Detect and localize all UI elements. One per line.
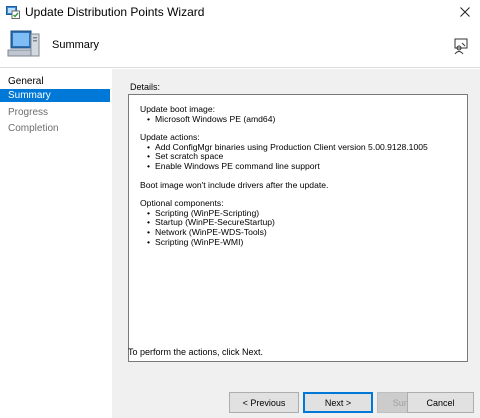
sidebar-item-completion[interactable]: Completion: [0, 122, 110, 135]
close-icon: [460, 7, 470, 17]
wizard-sidebar: General Summary Progress Completion: [0, 69, 112, 418]
list-item: Scripting (WinPE-WMI): [140, 237, 456, 248]
cancel-button[interactable]: Cancel: [407, 392, 474, 413]
sidebar-item-progress[interactable]: Progress: [0, 106, 110, 119]
page-title: Summary: [52, 39, 100, 51]
sidebar-item-summary[interactable]: Summary: [0, 89, 110, 102]
wizard-app-icon: [6, 6, 20, 19]
sidebar-item-general[interactable]: General: [0, 75, 110, 88]
list-item: Microsoft Windows PE (amd64): [140, 114, 456, 125]
wizard-content: Details: Update boot image: Microsoft Wi…: [112, 69, 480, 388]
driver-note: Boot image won't include drivers after t…: [140, 179, 329, 190]
wizard-header: Summary: [0, 24, 480, 68]
title-bar: Update Distribution Points Wizard: [0, 0, 480, 24]
list-item: Enable Windows PE command line support: [140, 161, 456, 172]
close-button[interactable]: [450, 0, 480, 24]
help-person-icon[interactable]: [452, 37, 470, 55]
details-textbox[interactable]: Update boot image: Microsoft Windows PE …: [128, 94, 468, 362]
window-title: Update Distribution Points Wizard: [25, 5, 205, 19]
next-button[interactable]: Next >: [303, 392, 373, 413]
previous-button[interactable]: < Previous: [229, 392, 299, 413]
details-label: Details:: [130, 82, 161, 92]
computer-icon: [7, 30, 40, 57]
instruction-text: To perform the actions, click Next.: [128, 347, 264, 357]
